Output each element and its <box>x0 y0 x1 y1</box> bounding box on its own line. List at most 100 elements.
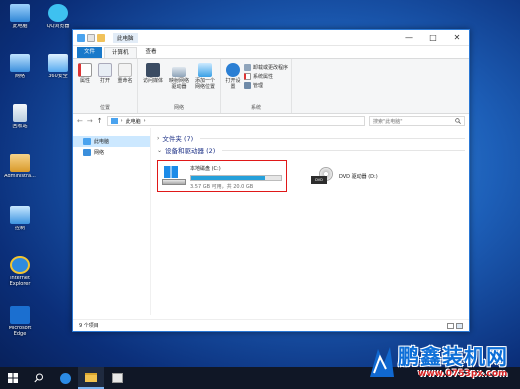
ribbon-tabs: 文件 计算机 查看 <box>73 46 469 58</box>
edge-icon <box>59 372 71 384</box>
navigation-pane: 此电脑 网络 <box>73 128 151 315</box>
explorer-window[interactable]: 此电脑 — □ ✕ 文件 计算机 查看 属性 打开 重命名 位置 访问媒体 映射… <box>72 29 470 332</box>
program-icon <box>244 64 251 71</box>
close-button[interactable]: ✕ <box>445 30 469 45</box>
search-icon <box>34 373 43 383</box>
maximize-button[interactable]: □ <box>421 30 445 45</box>
taskbar-file-explorer[interactable] <box>78 367 104 389</box>
devices-group-header[interactable]: ⌄ 设备和驱动器 (2) <box>157 144 465 156</box>
desktop-icon-this-pc[interactable]: 此电脑 <box>2 4 38 30</box>
ribbon: 属性 打开 重命名 位置 访问媒体 映射网络驱动器 添加一个网络位置 网络 打开… <box>73 58 469 114</box>
drive-c[interactable]: 本地磁盘 (C:) 3.57 GB 可用，共 20.0 GB <box>157 160 287 192</box>
minimize-button[interactable]: — <box>397 30 421 45</box>
back-button[interactable]: ← <box>77 117 83 125</box>
drive-c-name: 本地磁盘 (C:) <box>190 166 221 172</box>
add-network-location-button[interactable]: 添加一个网络位置 <box>193 61 217 104</box>
taskbar-edge[interactable] <box>52 367 78 389</box>
taskbar-store[interactable] <box>104 367 130 389</box>
desktop-icon-administrator[interactable]: Administra... <box>2 154 38 180</box>
system-properties-button[interactable]: 系统属性 <box>244 73 288 80</box>
forward-button[interactable]: → <box>87 117 93 125</box>
network-icon <box>83 149 91 156</box>
search-placeholder: 搜索"此电脑" <box>373 118 403 125</box>
search-input[interactable]: 搜索"此电脑" <box>369 116 465 126</box>
nav-item-this-pc[interactable]: 此电脑 <box>73 136 150 147</box>
shield-icon <box>48 54 68 72</box>
desktop-icon-network[interactable]: 网络 <box>2 54 38 80</box>
chevron-right-icon: › <box>157 134 160 142</box>
group-network: 访问媒体 映射网络驱动器 添加一个网络位置 网络 <box>138 59 221 113</box>
search-icon <box>455 118 461 124</box>
drive-d-name: DVD 驱动器 (D:) <box>339 173 378 180</box>
tab-computer[interactable]: 计算机 <box>104 47 137 58</box>
start-button[interactable] <box>0 367 26 389</box>
address-bar[interactable]: › 此电脑 › <box>106 116 365 126</box>
dvd-drive-icon: DVD <box>311 166 335 186</box>
desktop-icon-ie[interactable]: Internet Explorer <box>2 256 38 288</box>
control-panel-icon <box>10 206 30 224</box>
tab-file[interactable]: 文件 <box>77 47 103 58</box>
breadcrumb-arrow-end[interactable]: › <box>144 118 146 124</box>
breadcrumb-this-pc[interactable]: 此电脑 <box>126 118 141 125</box>
gear-icon <box>226 63 240 77</box>
properties-quick-icon[interactable] <box>87 33 95 42</box>
internet-explorer-icon <box>10 256 30 274</box>
properties-button[interactable]: 属性 <box>76 61 94 104</box>
chevron-down-icon: ⌄ <box>157 146 163 154</box>
store-icon <box>111 373 123 383</box>
watermark-title: 鹏鑫装机网 <box>398 345 508 369</box>
desktop-icon-360[interactable]: 360安全 <box>40 54 76 80</box>
nav-item-network[interactable]: 网络 <box>73 147 150 158</box>
details-view-button[interactable] <box>447 322 454 329</box>
map-network-drive-button[interactable]: 映射网络驱动器 <box>167 61 191 104</box>
group-location-label: 位置 <box>99 105 110 111</box>
open-icon <box>98 63 112 77</box>
status-bar: 9 个项目 <box>73 319 469 331</box>
computer-icon <box>10 4 30 22</box>
group-system: 打开设置 卸载或更改程序 系统属性 管理 系统 <box>221 59 293 113</box>
user-folder-icon <box>10 154 30 172</box>
rename-icon <box>118 63 132 77</box>
title-bar[interactable]: 此电脑 — □ ✕ <box>73 30 469 46</box>
windows-logo-icon <box>8 373 18 383</box>
breadcrumb-arrow[interactable]: › <box>121 118 123 124</box>
desktop-icon-edge[interactable]: Microsoft Edge <box>2 306 38 338</box>
network-drive-icon <box>172 67 186 77</box>
group-network-label: 网络 <box>173 105 184 111</box>
rename-button[interactable]: 重命名 <box>116 61 134 104</box>
open-settings-button[interactable]: 打开设置 <box>224 61 242 104</box>
manage-button[interactable]: 管理 <box>244 82 288 89</box>
window-title: 此电脑 <box>113 32 138 43</box>
network-location-icon <box>198 63 212 77</box>
desktop-icon-qq-browser[interactable]: QQ浏览器 <box>40 4 76 30</box>
group-system-label: 系统 <box>251 105 262 111</box>
network-icon <box>10 54 30 72</box>
uninstall-program-button[interactable]: 卸载或更改程序 <box>244 64 288 71</box>
edge-icon <box>10 306 30 324</box>
manage-icon <box>244 82 251 89</box>
open-button[interactable]: 打开 <box>96 61 114 104</box>
watermark: 鹏鑫装机网 www.0753px.com <box>364 341 514 387</box>
up-button[interactable]: ↑ <box>97 117 103 125</box>
drive-c-usage-bar <box>190 175 282 181</box>
watermark-url: www.0753px.com <box>418 369 508 379</box>
recycle-bin-icon <box>13 104 27 122</box>
desktop-icon-control[interactable]: 控制 <box>2 206 38 232</box>
computer-icon <box>110 118 118 124</box>
folders-group-header[interactable]: › 文件夹 (7) <box>157 132 465 144</box>
computer-icon <box>83 138 91 145</box>
checklist-icon <box>244 73 251 80</box>
drive-d[interactable]: DVD DVD 驱动器 (D:) <box>307 160 437 192</box>
watermark-logo-icon <box>370 347 394 377</box>
folder-quick-icon[interactable] <box>97 33 105 42</box>
search-button[interactable] <box>26 367 52 389</box>
address-bar-row: ← → ↑ › 此电脑 › 搜索"此电脑" <box>73 114 469 128</box>
computer-icon <box>77 33 85 42</box>
access-media-button[interactable]: 访问媒体 <box>141 61 165 104</box>
group-location: 属性 打开 重命名 位置 <box>73 59 138 113</box>
large-icons-view-button[interactable] <box>456 322 463 329</box>
desktop-icon-recycle-bin[interactable]: 回收站 <box>2 104 38 130</box>
drive-c-space: 3.57 GB 可用，共 20.0 GB <box>190 184 254 190</box>
media-icon <box>146 63 160 77</box>
tab-view[interactable]: 查看 <box>139 47 164 58</box>
